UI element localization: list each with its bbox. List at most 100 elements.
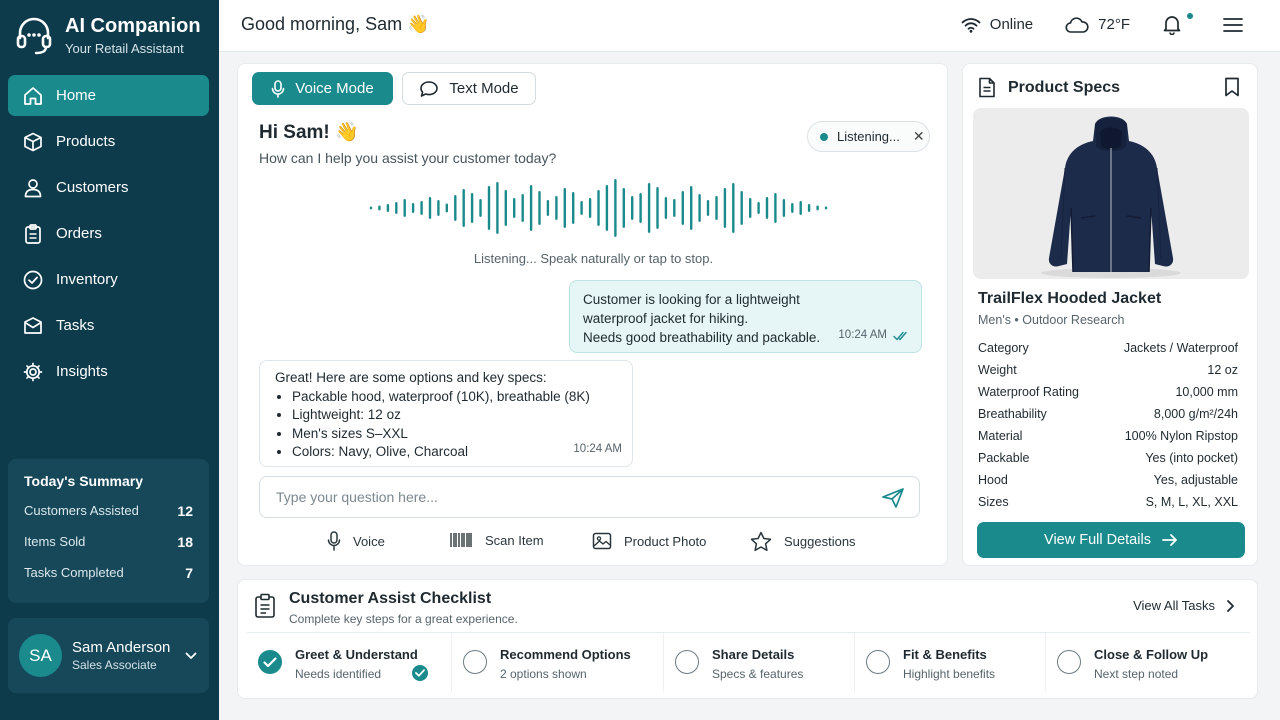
waveform-bar <box>504 190 507 226</box>
step-checkbox[interactable] <box>675 650 699 674</box>
checklist-subtitle: Complete key steps for a great experienc… <box>289 612 518 626</box>
waveform-bar <box>614 179 617 237</box>
waveform-bar <box>546 200 550 216</box>
voice-waveform[interactable] <box>369 178 829 238</box>
view-full-details-button[interactable]: View Full Details <box>977 522 1245 558</box>
voice-mode-button[interactable]: Voice Mode <box>252 72 393 105</box>
checklist-step[interactable]: Recommend Options 2 options shown <box>452 633 664 692</box>
waveform-bar <box>631 196 634 220</box>
notifications-button[interactable] <box>1162 13 1193 35</box>
step-checkbox[interactable] <box>463 650 487 674</box>
hamburger-menu-icon <box>1223 17 1243 32</box>
waveform-bar <box>740 191 743 225</box>
message-bullet: Colors: Navy, Olive, Charcoal <box>292 443 617 462</box>
checkmark-icon <box>415 669 425 677</box>
suggestions-button[interactable]: Suggestions <box>750 531 856 552</box>
checklist-steps: Greet & Understand Needs identified Reco… <box>247 632 1250 692</box>
scan-item-button[interactable]: Scan Item <box>449 531 544 549</box>
home-icon <box>24 86 42 105</box>
waveform-bar <box>496 182 499 234</box>
waveform-bar <box>715 196 718 220</box>
step-checkbox-checked[interactable] <box>258 650 282 674</box>
spec-row: Category Jackets / Waterproof <box>978 337 1238 359</box>
view-all-tasks-link[interactable]: View All Tasks <box>1133 598 1235 613</box>
spec-value: 100% Nylon Ripstop <box>1124 429 1238 443</box>
checklist-step[interactable]: Close & Follow Up Next step noted <box>1046 633 1250 692</box>
waveform-bar <box>378 205 381 211</box>
customer-assist-checklist: Customer Assist Checklist Complete key s… <box>237 579 1258 699</box>
product-specs-header: Product Specs <box>978 77 1120 98</box>
waveform-bar <box>774 193 777 223</box>
spec-value: Yes (into pocket) <box>1145 451 1238 465</box>
waveform-bar <box>428 197 432 219</box>
waveform-caption: Listening... Speak naturally or tap to s… <box>473 251 714 266</box>
sidebar-item-inventory[interactable]: Inventory <box>8 259 209 300</box>
waveform-bar <box>487 186 491 230</box>
spec-value: S, M, L, XL, XXL <box>1145 495 1238 509</box>
double-check-icon <box>893 331 907 340</box>
sidebar-item-home[interactable]: Home <box>8 75 209 116</box>
sidebar-nav: Home Products Customers Orders Inventory… <box>8 75 209 397</box>
menu-button[interactable] <box>1223 17 1252 33</box>
checklist-step[interactable]: Fit & Benefits Highlight benefits <box>855 633 1046 692</box>
image-icon <box>592 532 612 550</box>
barcode-icon <box>450 533 472 547</box>
voice-mode-label: Voice Mode <box>295 80 374 97</box>
chevron-right-icon <box>1227 599 1234 612</box>
waveform-bar <box>563 188 566 228</box>
wifi-icon <box>961 17 981 33</box>
view-all-tasks-label: View All Tasks <box>1133 598 1215 613</box>
sidebar-item-customers[interactable]: Customers <box>8 167 209 208</box>
close-icon[interactable]: ✕ <box>913 128 925 145</box>
chevron-down-icon[interactable] <box>184 649 198 663</box>
spec-value: 10,000 mm <box>1175 385 1238 399</box>
message-line: Customer is looking for a lightweight <box>583 292 800 307</box>
spec-label: Category <box>978 341 1029 355</box>
step-checkbox[interactable] <box>1057 650 1081 674</box>
user-profile-card[interactable]: SA Sam Anderson Sales Associate <box>8 618 209 693</box>
waveform-bar <box>656 187 659 229</box>
waveform-bar <box>588 198 592 218</box>
product-image[interactable] <box>973 108 1249 279</box>
headset-icon <box>16 17 52 55</box>
question-input[interactable] <box>276 487 856 507</box>
gear-icon <box>23 362 43 381</box>
sidebar-item-insights[interactable]: Insights <box>8 351 209 392</box>
spec-value: 12 oz <box>1207 363 1238 377</box>
send-icon[interactable] <box>881 487 905 509</box>
sidebar-item-tasks[interactable]: Tasks <box>8 305 209 346</box>
summary-title: Today's Summary <box>24 473 143 489</box>
chat-greeting: Hi Sam! 👋 <box>259 122 359 143</box>
summary-label: Customers Assisted <box>24 503 139 518</box>
message-bullet: Lightweight: 12 oz <box>292 406 617 425</box>
sidebar-item-products[interactable]: Products <box>8 121 209 162</box>
waveform-bar <box>824 206 828 210</box>
check-circle-icon <box>23 270 43 289</box>
star-icon <box>750 531 772 552</box>
waveform-bar <box>555 196 558 220</box>
waveform-bar <box>765 197 769 219</box>
user-name: Sam Anderson <box>72 639 171 656</box>
checklist-step[interactable]: Share Details Specs & features <box>664 633 855 692</box>
waveform-bar <box>420 201 423 215</box>
top-bar: Good morning, Sam 👋 Online 72°F <box>219 0 1280 52</box>
sidebar-item-label: Home <box>56 87 97 104</box>
text-mode-button[interactable]: Text Mode <box>402 72 536 105</box>
question-input-box[interactable] <box>259 476 920 518</box>
voice-tool-button[interactable]: Voice <box>327 531 385 551</box>
waveform-bar <box>698 194 701 222</box>
waveform-bar <box>454 195 457 221</box>
arrow-right-icon <box>1162 534 1177 546</box>
bell-icon <box>1163 16 1181 35</box>
sidebar-item-label: Insights <box>56 363 108 380</box>
spec-label: Hood <box>978 473 1008 487</box>
step-title: Fit & Benefits <box>903 647 987 662</box>
sidebar-item-orders[interactable]: Orders <box>8 213 209 254</box>
waveform-bar <box>757 202 760 214</box>
checklist-step[interactable]: Greet & Understand Needs identified <box>247 633 452 692</box>
product-photo-button[interactable]: Product Photo <box>592 531 706 551</box>
step-checkbox[interactable] <box>866 650 890 674</box>
bookmark-icon[interactable] <box>1224 77 1240 97</box>
listening-dot <box>820 132 828 141</box>
input-tools: Voice Scan Item Product Photo Suggestion… <box>238 531 949 555</box>
